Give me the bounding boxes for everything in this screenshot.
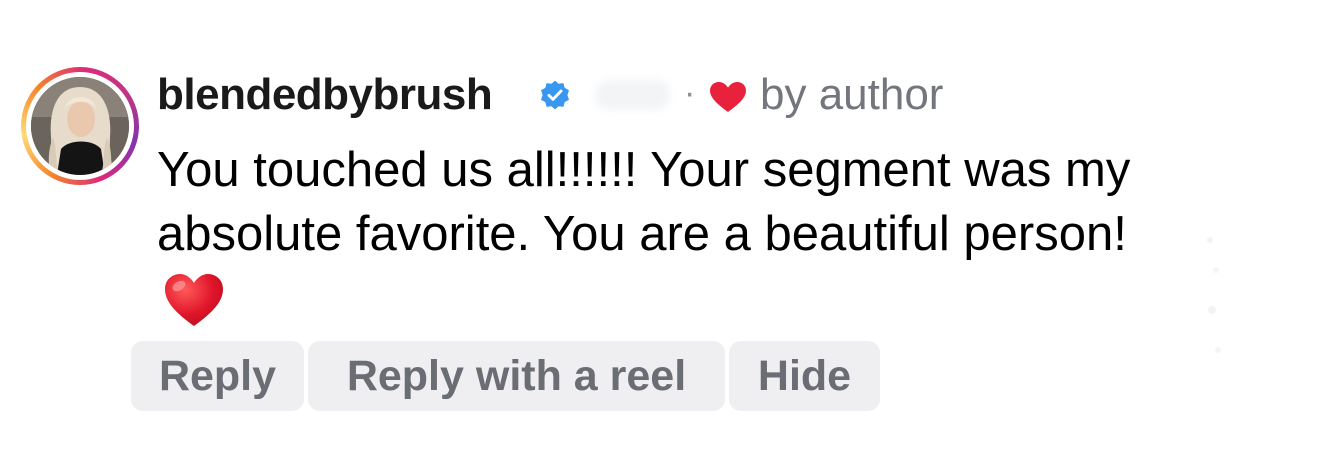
blurred-timestamp: [595, 80, 670, 110]
avatar-photo: [31, 77, 129, 175]
verified-badge-icon: [541, 80, 569, 110]
comment-text: You touched us all!!!!!! Your segment wa…: [157, 143, 1131, 261]
reply-button[interactable]: Reply: [131, 341, 304, 411]
avatar[interactable]: [31, 77, 129, 175]
liked-by-author-label: by author: [760, 70, 944, 119]
heart-icon: [710, 82, 746, 112]
comment-username[interactable]: blendedbybrush: [157, 70, 493, 120]
comment-item: blendedbybrush · by author You touched u…: [0, 0, 1319, 467]
reply-with-reel-button[interactable]: Reply with a reel: [308, 341, 725, 411]
avatar-story-ring[interactable]: [21, 67, 139, 185]
meta-separator: ·: [684, 74, 696, 112]
comment-body: You touched us all!!!!!! Your segment wa…: [157, 138, 1177, 330]
red-heart-emoji: [165, 274, 223, 326]
avatar-ring-gap: [26, 72, 134, 180]
hide-button[interactable]: Hide: [729, 341, 880, 411]
faint-background-marks: [1207, 237, 1221, 353]
